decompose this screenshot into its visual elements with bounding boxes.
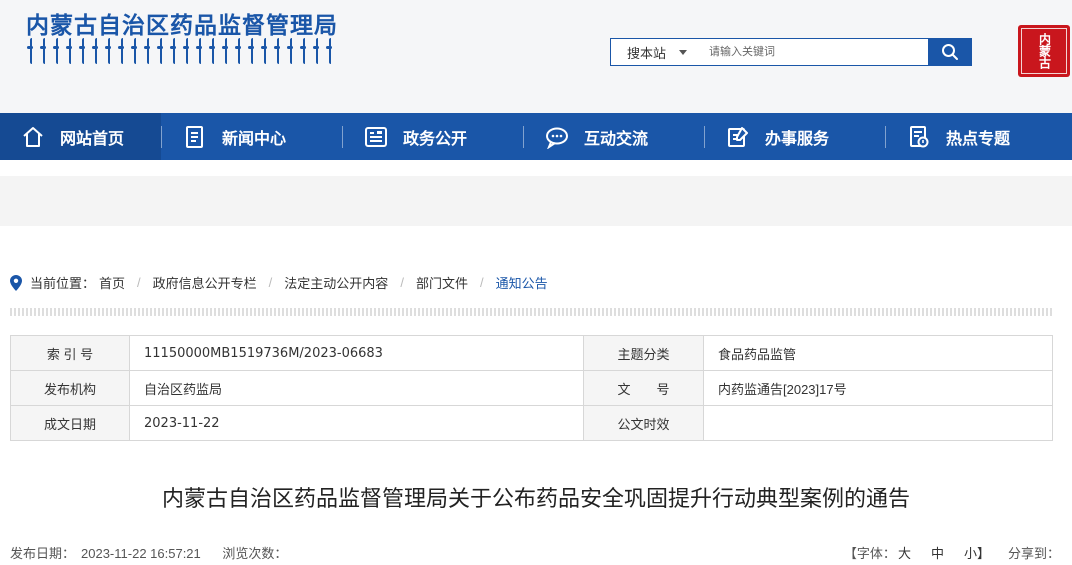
breadcrumb-separator: / <box>400 275 404 290</box>
breadcrumb-gov-info[interactable]: 政府信息公开专栏 <box>153 273 257 292</box>
topic-value: 食品药品监管 <box>703 335 1053 371</box>
nav-label: 互动交流 <box>584 130 649 148</box>
search-icon <box>942 44 958 60</box>
main-nav: 网站首页 新闻中心 政务公开 互动交流 办事服务 热点专题 <box>0 113 1072 160</box>
seal-logo[interactable]: 内蒙古 <box>1018 25 1070 77</box>
publish-value: 2023-11-22 16:57:21 <box>81 546 201 561</box>
chat-icon <box>544 124 570 150</box>
service-icon <box>725 124 751 150</box>
article-tools: 【字体：大 中 小】 分享到： <box>844 543 1060 562</box>
article-info-left: 发布日期： 2023-11-22 16:57:21 浏览次数： <box>10 543 305 562</box>
nav-item-topics[interactable]: 热点专题 <box>886 113 1066 160</box>
font-small-button[interactable]: 小】 <box>964 546 990 561</box>
site-title[interactable]: 内蒙古自治区药品监督管理局 <box>26 6 338 40</box>
nav-item-gov-info[interactable]: 政务公开 <box>343 113 523 160</box>
font-medium-button[interactable]: 中 <box>931 546 944 561</box>
breadcrumb: 当前位置： 首页 / 政府信息公开专栏 / 法定主动公开内容 / 部门文件 / … <box>10 273 548 292</box>
caret-down-icon <box>679 49 687 55</box>
mongolian-title-graphic <box>27 38 333 64</box>
breadcrumb-separator: / <box>137 275 141 290</box>
issuer-value: 自治区药监局 <box>129 370 584 406</box>
font-large-button[interactable]: 大 <box>898 546 911 561</box>
home-icon <box>20 124 46 150</box>
gov-info-icon <box>363 124 389 150</box>
site-header: 内蒙古自治区药品监督管理局 搜本站 内蒙古 <box>0 0 1072 113</box>
location-pin-icon <box>10 274 22 291</box>
article-info-bar: 发布日期： 2023-11-22 16:57:21 浏览次数： 【字体：大 中 小】 分… <box>10 543 1060 562</box>
date-value: 2023-11-22 <box>129 405 584 441</box>
publish-label: 发布日期： <box>10 546 76 561</box>
nav-item-home[interactable]: 网站首页 <box>0 113 161 160</box>
document-meta-table: 索 引 号 11150000MB1519736M/2023-06683 主题分类… <box>10 335 1053 441</box>
index-label: 索 引 号 <box>10 335 130 371</box>
breadcrumb-separator: / <box>479 275 484 290</box>
topic-label: 主题分类 <box>583 335 704 371</box>
breadcrumb-statutory[interactable]: 法定主动公开内容 <box>284 273 388 292</box>
index-value: 11150000MB1519736M/2023-06683 <box>129 335 584 371</box>
nav-label: 政务公开 <box>403 130 468 148</box>
validity-value <box>703 405 1053 441</box>
validity-label: 公文时效 <box>583 405 704 441</box>
article-title: 内蒙古自治区药品监督管理局关于公布药品安全巩固提升行动典型案例的通告 <box>161 486 910 511</box>
search-button[interactable] <box>928 38 972 66</box>
table-row: 发布机构 自治区药监局 文 号 内药监通告[2023]17号 <box>10 370 1053 406</box>
nav-item-service[interactable]: 办事服务 <box>705 113 885 160</box>
search-input[interactable] <box>697 39 928 65</box>
news-icon <box>182 124 208 150</box>
views-label: 浏览次数： <box>222 546 288 561</box>
seal-text: 内蒙古 <box>1037 33 1052 69</box>
breadcrumb-home[interactable]: 首页 <box>99 273 125 292</box>
publish-date: 发布日期： 2023-11-22 16:57:21 <box>10 546 201 561</box>
share-label: 分享到： <box>1007 546 1060 561</box>
table-row: 成文日期 2023-11-22 公文时效 <box>10 405 1053 441</box>
nav-label: 网站首页 <box>60 130 125 148</box>
breadcrumb-separator: / <box>268 275 273 290</box>
date-label: 成文日期 <box>10 405 130 441</box>
breadcrumb-notices[interactable]: 通知公告 <box>496 273 548 292</box>
docno-value: 内药监通告[2023]17号 <box>703 370 1053 406</box>
table-row: 索 引 号 11150000MB1519736M/2023-06683 主题分类… <box>10 335 1053 371</box>
search-scope-select[interactable]: 搜本站 <box>611 39 697 65</box>
topic-icon <box>906 124 932 150</box>
breadcrumb-dept-docs[interactable]: 部门文件 <box>416 273 468 292</box>
docno-label: 文 号 <box>583 370 704 406</box>
banner-band <box>0 176 1072 226</box>
divider <box>10 308 1053 316</box>
breadcrumb-prefix: 当前位置： <box>30 276 96 291</box>
font-size-label: 【字体： <box>843 546 896 561</box>
nav-label: 新闻中心 <box>222 130 287 148</box>
nav-label: 办事服务 <box>765 130 830 148</box>
search-scope-label: 搜本站 <box>627 45 667 61</box>
issuer-label: 发布机构 <box>10 370 130 406</box>
nav-item-interaction[interactable]: 互动交流 <box>524 113 704 160</box>
spacer <box>0 160 1072 176</box>
nav-item-news[interactable]: 新闻中心 <box>162 113 342 160</box>
search-bar: 搜本站 <box>610 38 972 66</box>
nav-label: 热点专题 <box>946 130 1011 148</box>
